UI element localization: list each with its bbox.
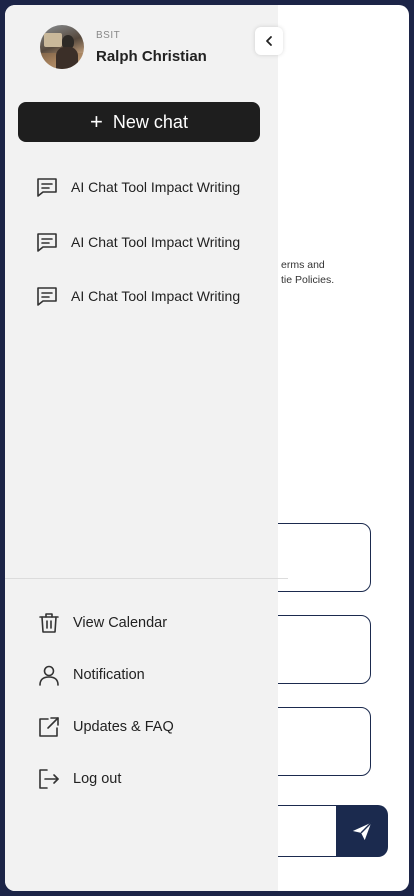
suggestion-card-3[interactable]	[265, 707, 371, 776]
view-calendar-menu-item[interactable]: View Calendar	[37, 611, 174, 635]
chat-history-item[interactable]: AI Chat Tool Impact Writing	[35, 175, 240, 199]
chat-bubble-icon	[37, 178, 57, 197]
logout-menu-item[interactable]: Log out	[37, 767, 174, 791]
divider	[5, 578, 288, 579]
terms-text-line-1: erms and	[281, 259, 325, 271]
sidebar-drawer: BSIT Ralph Christian + New chat AI Chat …	[5, 5, 288, 891]
logout-icon	[39, 769, 59, 789]
chat-history-item[interactable]: AI Chat Tool Impact Writing	[35, 284, 240, 308]
chat-history-list: AI Chat Tool Impact Writing AI Chat Tool…	[35, 175, 240, 339]
chat-bubble-icon	[37, 287, 57, 306]
menu-label: Updates & FAQ	[73, 719, 174, 735]
send-button[interactable]	[336, 805, 388, 857]
chat-bubble-icon	[37, 233, 57, 252]
suggestion-card-1[interactable]	[265, 523, 371, 592]
new-chat-button[interactable]: + New chat	[18, 102, 260, 142]
updates-faq-menu-item[interactable]: Updates & FAQ	[37, 715, 174, 739]
external-link-icon	[39, 717, 59, 737]
chat-history-item[interactable]: AI Chat Tool Impact Writing	[35, 230, 240, 254]
plus-icon: +	[90, 109, 103, 134]
avatar	[40, 25, 84, 69]
terms-text-line-2: tie Policies.	[281, 274, 335, 286]
user-name: Ralph Christian	[96, 47, 207, 65]
user-profile[interactable]: BSIT Ralph Christian	[40, 25, 207, 69]
notification-menu-item[interactable]: Notification	[37, 663, 174, 687]
drawer-menu: View Calendar Notification Updates & FAQ…	[37, 611, 174, 819]
chat-title: AI Chat Tool Impact Writing	[71, 234, 241, 250]
chat-title: AI Chat Tool Impact Writing	[71, 288, 241, 304]
menu-label: Log out	[73, 771, 122, 787]
user-icon	[39, 665, 59, 686]
trash-icon	[39, 613, 59, 633]
send-icon	[352, 822, 372, 841]
new-chat-label: New chat	[112, 111, 188, 132]
menu-label: Notification	[73, 667, 145, 683]
suggestion-card-2[interactable]	[265, 615, 371, 684]
collapse-drawer-button[interactable]	[255, 27, 283, 55]
chat-title: AI Chat Tool Impact Writing	[71, 179, 241, 195]
menu-label: View Calendar	[73, 615, 168, 631]
chevron-left-icon	[266, 36, 272, 46]
user-program: BSIT	[96, 29, 121, 41]
